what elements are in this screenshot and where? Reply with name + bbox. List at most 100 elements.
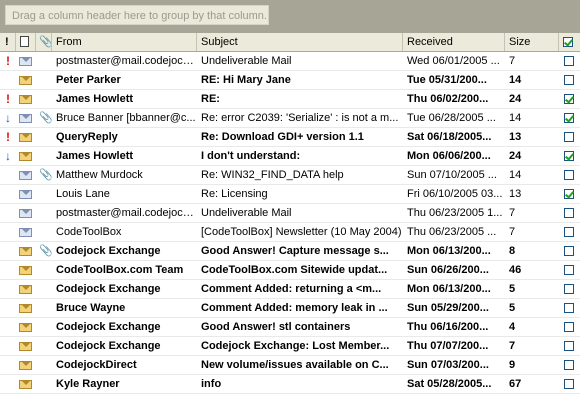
unread-envelope-icon: [16, 356, 36, 374]
flag-checkbox[interactable]: [564, 322, 574, 332]
message-row[interactable]: ↓ James Howlett I don't understand: Mon 06/…: [0, 147, 580, 166]
received-cell: Sun 07/10/2005 ...: [407, 169, 497, 181]
message-row[interactable]: 📎 Codejock Exchange Good Answer! Capture m…: [0, 242, 580, 261]
subject-cell: Codejock Exchange: Lost Member...: [201, 340, 390, 352]
message-row[interactable]: Codejock Exchange Good Answer! stl contai…: [0, 318, 580, 337]
message-row[interactable]: CodeToolBox.com Team CodeToolBox.com Site…: [0, 261, 580, 280]
message-row[interactable]: ! postmaster@mail.codejock... Undeliverabl…: [0, 52, 580, 71]
flag-checkbox[interactable]: [564, 189, 574, 199]
size-cell: 14: [509, 74, 522, 86]
group-by-hint: Drag a column header here to group by th…: [5, 5, 269, 25]
message-row[interactable]: postmaster@mail.codejock... Undeliverable…: [0, 204, 580, 223]
received-cell: Sun 05/29/200...: [407, 302, 489, 314]
flag-checkbox[interactable]: [564, 113, 574, 123]
received-cell: Wed 06/01/2005 ...: [407, 55, 500, 67]
message-row[interactable]: Bruce Wayne Comment Added: memory leak in…: [0, 299, 580, 318]
flag-checkbox[interactable]: [564, 208, 574, 218]
message-list: ! postmaster@mail.codejock... Undeliverabl…: [0, 52, 580, 394]
message-row[interactable]: CodejockDirect New volume/issues availabl…: [0, 356, 580, 375]
flag-checkbox[interactable]: [564, 170, 574, 180]
received-cell: Thu 07/07/200...: [407, 340, 489, 352]
read-envelope-icon: [16, 223, 36, 241]
message-row[interactable]: Louis Lane Re: Licensing Fri 06/10/2005 03…: [0, 185, 580, 204]
from-cell: postmaster@mail.codejock...: [56, 207, 197, 219]
message-row[interactable]: Codejock Exchange Codejock Exchange: Lost…: [0, 337, 580, 356]
message-row[interactable]: Kyle Rayner info Sat 05/28/2005... 67: [0, 375, 580, 394]
from-cell: CodeToolBox.com Team: [56, 264, 184, 276]
flag-checkbox[interactable]: [564, 360, 574, 370]
column-header-subject[interactable]: Subject: [197, 33, 403, 51]
size-cell: 7: [509, 340, 516, 352]
from-cell: Kyle Rayner: [56, 378, 120, 390]
column-header-icon[interactable]: [16, 33, 36, 51]
flag-cell: [559, 90, 580, 108]
received-cell: Thu 06/23/2005 1...: [407, 207, 503, 219]
message-row[interactable]: Codejock Exchange Comment Added: returnin…: [0, 280, 580, 299]
flag-checkbox[interactable]: [564, 303, 574, 313]
attachment-cell: [36, 356, 52, 374]
column-header-importance[interactable]: !: [0, 33, 16, 51]
column-header-flag[interactable]: [559, 33, 580, 51]
flag-checkbox[interactable]: [564, 227, 574, 237]
flag-cell: [559, 52, 580, 70]
size-cell: 7: [509, 55, 516, 67]
flag-checkbox[interactable]: [564, 379, 574, 389]
column-header-attachment[interactable]: 📎: [36, 33, 52, 51]
unread-envelope-icon: [16, 261, 36, 279]
unread-envelope-icon: [16, 128, 36, 146]
flag-checkbox[interactable]: [564, 132, 574, 142]
received-cell: Tue 06/28/2005 ...: [407, 112, 496, 124]
flag-checkbox[interactable]: [564, 265, 574, 275]
message-row[interactable]: 📎 Matthew Murdock Re: WIN32_FIND_DATA help…: [0, 166, 580, 185]
unread-envelope-icon: [16, 90, 36, 108]
header-checkbox[interactable]: [563, 37, 573, 47]
message-row[interactable]: Peter Parker RE: Hi Mary Jane Tue 05/31/20…: [0, 71, 580, 90]
subject-cell: Re: Download GDI+ version 1.1: [201, 131, 364, 143]
from-cell: QueryReply: [56, 131, 118, 143]
message-row[interactable]: ! James Howlett RE: Thu 06/02/200... 24: [0, 90, 580, 109]
flag-cell: [559, 109, 580, 127]
from-cell: James Howlett: [56, 93, 134, 105]
size-cell: 46: [509, 264, 522, 276]
attachment-icon: 📎: [39, 112, 52, 124]
unread-envelope-icon: [16, 375, 36, 393]
from-cell: Codejock Exchange: [56, 321, 161, 333]
subject-cell: I don't understand:: [201, 150, 301, 162]
from-cell: Bruce Wayne: [56, 302, 126, 314]
message-row[interactable]: ↓ 📎 Bruce Banner [bbanner@c... Re: error C2…: [0, 109, 580, 128]
received-cell: Mon 06/06/200...: [407, 150, 491, 162]
flag-cell: [559, 185, 580, 203]
flag-cell: [559, 337, 580, 355]
flag-checkbox[interactable]: [564, 246, 574, 256]
size-cell: 4: [509, 321, 516, 333]
received-cell: Tue 05/31/200...: [407, 74, 487, 86]
flag-checkbox[interactable]: [564, 341, 574, 351]
size-cell: 7: [509, 207, 516, 219]
subject-cell: Undeliverable Mail: [201, 55, 292, 67]
read-envelope-icon: [16, 185, 36, 203]
column-header-from[interactable]: From: [52, 33, 197, 51]
flag-checkbox[interactable]: [564, 284, 574, 294]
flag-cell: [559, 147, 580, 165]
message-row[interactable]: CodeToolBox [CodeToolBox] Newsletter (10 …: [0, 223, 580, 242]
size-cell: 7: [509, 226, 516, 238]
flag-checkbox[interactable]: [564, 94, 574, 104]
flag-checkbox[interactable]: [564, 75, 574, 85]
group-by-area[interactable]: Drag a column header here to group by th…: [0, 0, 580, 33]
attachment-cell: [36, 90, 52, 108]
importance-cell: [0, 242, 16, 260]
flag-cell: [559, 356, 580, 374]
received-cell: Thu 06/23/2005 ...: [407, 226, 497, 238]
message-grid[interactable]: ! 📎 From Subject Received Size ! postmast…: [0, 33, 580, 408]
flag-checkbox[interactable]: [564, 56, 574, 66]
read-envelope-icon: [16, 204, 36, 222]
column-header-size[interactable]: Size: [505, 33, 559, 51]
from-cell: Codejock Exchange: [56, 283, 161, 295]
flag-cell: [559, 223, 580, 241]
size-cell: 14: [509, 169, 522, 181]
message-row[interactable]: ! QueryReply Re: Download GDI+ version 1.1…: [0, 128, 580, 147]
flag-checkbox[interactable]: [564, 151, 574, 161]
column-header-received[interactable]: Received: [403, 33, 505, 51]
size-cell: 13: [509, 131, 522, 143]
subject-cell: Good Answer! stl containers: [201, 321, 351, 333]
